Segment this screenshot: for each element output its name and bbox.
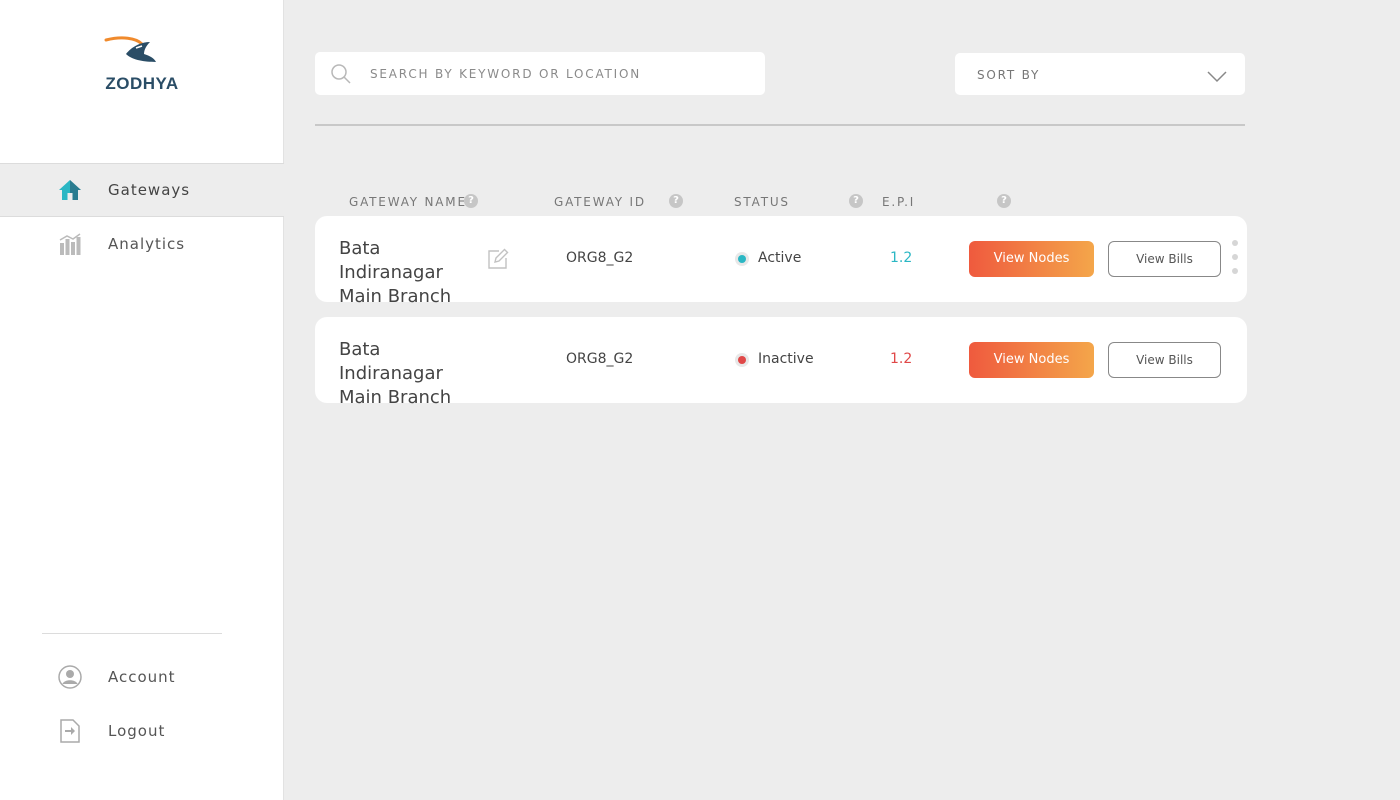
help-icon[interactable]: ? — [669, 194, 683, 208]
search-input[interactable]: SEARCH BY KEYWORD OR LOCATION — [370, 67, 641, 81]
column-header-status: STATUS — [734, 195, 790, 209]
epi-value: 1.2 — [890, 351, 913, 367]
gateway-name-line1: Bata Indiranagar — [339, 339, 443, 384]
user-icon — [58, 665, 82, 689]
help-icon[interactable]: ? — [464, 194, 478, 208]
gateway-id: ORG8_G2 — [566, 250, 634, 266]
column-header-gateway-name: GATEWAY NAME — [349, 195, 467, 209]
help-icon[interactable]: ? — [849, 194, 863, 208]
gateway-name: Bata Indiranagar Main Branch — [339, 338, 489, 410]
table-row: Bata Indiranagar Main Branch ORG8_G2 Act… — [315, 216, 1247, 307]
status-text: Active — [758, 250, 802, 266]
gateway-name-line2: Main Branch — [339, 286, 452, 307]
sidebar-item-logout[interactable]: Logout — [0, 704, 284, 758]
sidebar-item-label: Gateways — [108, 181, 191, 199]
logo-text: ZODHYA — [105, 74, 179, 93]
bar-chart-icon — [58, 232, 82, 256]
logout-icon — [58, 719, 82, 743]
sort-label: SORT BY — [977, 68, 1041, 82]
status-indicator — [735, 353, 749, 367]
chevron-down-icon — [1207, 68, 1227, 83]
gateway-name: Bata Indiranagar Main Branch — [339, 237, 489, 309]
sidebar-item-gateways[interactable]: Gateways — [0, 163, 284, 217]
sidebar-item-analytics[interactable]: Analytics — [0, 217, 284, 271]
home-icon — [58, 178, 82, 202]
search-icon — [331, 64, 351, 84]
zodhya-logo[interactable]: ZODHYA — [96, 34, 188, 96]
status-indicator — [735, 252, 749, 266]
toolbar-divider — [315, 124, 1245, 126]
edit-icon[interactable] — [487, 248, 509, 270]
view-bills-button[interactable]: View Bills — [1108, 342, 1221, 378]
gateway-name-line1: Bata Indiranagar — [339, 238, 443, 283]
sidebar-item-label: Analytics — [108, 235, 186, 253]
gateway-id: ORG8_G2 — [566, 351, 634, 367]
column-header-gateway-id: GATEWAY ID — [554, 195, 646, 209]
sidebar-item-account[interactable]: Account — [0, 650, 284, 704]
view-bills-button[interactable]: View Bills — [1108, 241, 1221, 277]
help-icon[interactable]: ? — [997, 194, 1011, 208]
view-nodes-button[interactable]: View Nodes — [969, 241, 1094, 277]
table-row: Bata Indiranagar Main Branch ORG8_G2 Ina… — [315, 317, 1247, 408]
sort-dropdown[interactable]: SORT BY — [955, 53, 1245, 95]
gateway-name-line2: Main Branch — [339, 387, 452, 408]
sidebar-divider — [42, 633, 222, 634]
search-bar[interactable]: SEARCH BY KEYWORD OR LOCATION — [315, 52, 765, 95]
sidebar: ZODHYA Gateways Analytics Account Logout — [0, 0, 284, 800]
logo-mark-icon — [104, 36, 156, 62]
view-nodes-button[interactable]: View Nodes — [969, 342, 1094, 378]
column-header-epi: E.P.I — [882, 195, 916, 209]
epi-value: 1.2 — [890, 250, 913, 266]
sidebar-item-label: Logout — [108, 722, 166, 740]
more-options-icon[interactable] — [1230, 240, 1240, 278]
sidebar-item-label: Account — [108, 668, 176, 686]
status-text: Inactive — [758, 351, 814, 367]
